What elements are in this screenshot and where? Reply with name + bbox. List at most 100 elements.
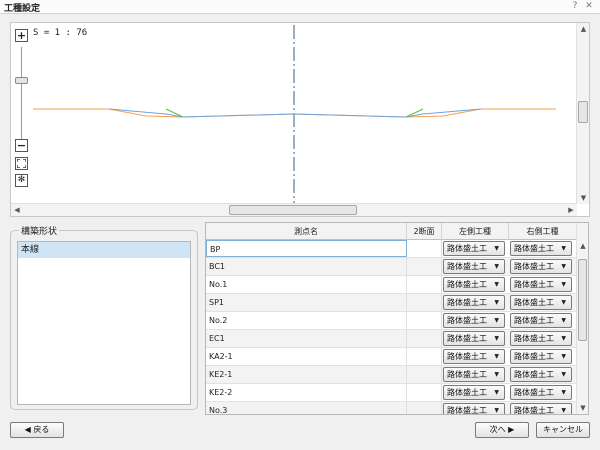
shape-list-item[interactable]: 本線 bbox=[18, 242, 190, 258]
gear-icon[interactable]: ✻ bbox=[15, 174, 28, 187]
station-name-cell[interactable]: BC1 bbox=[206, 258, 407, 275]
viewer-vertical-scrollbar[interactable]: ▲ ▼ bbox=[576, 23, 589, 204]
zoom-slider-thumb[interactable] bbox=[15, 77, 28, 84]
fit-icon[interactable] bbox=[15, 157, 28, 170]
station-name-cell[interactable]: BP bbox=[206, 240, 407, 257]
table-row[interactable]: SP1 路体盛土工 ▼ 路体盛土工 ▼ bbox=[206, 294, 577, 312]
right-work-value: 路体盛土工 bbox=[514, 244, 554, 253]
chevron-down-icon: ▼ bbox=[561, 353, 566, 360]
left-work-value: 路体盛土工 bbox=[447, 388, 487, 397]
table-row[interactable]: BC1 路体盛土工 ▼ 路体盛土工 ▼ bbox=[206, 258, 577, 276]
left-work-dropdown[interactable]: 路体盛土工 ▼ bbox=[443, 331, 505, 346]
two-sections-cell[interactable] bbox=[407, 258, 442, 275]
table-row[interactable]: KE2-1 路体盛土工 ▼ 路体盛土工 ▼ bbox=[206, 366, 577, 384]
left-work-dropdown[interactable]: 路体盛土工 ▼ bbox=[443, 277, 505, 292]
cancel-button[interactable]: キャンセル bbox=[536, 422, 590, 438]
right-work-value: 路体盛土工 bbox=[514, 406, 554, 415]
station-name-cell[interactable]: EC1 bbox=[206, 330, 407, 347]
left-work-dropdown[interactable]: 路体盛土工 ▼ bbox=[443, 367, 505, 382]
right-work-dropdown[interactable]: 路体盛土工 ▼ bbox=[510, 403, 572, 415]
two-sections-cell[interactable] bbox=[407, 294, 442, 311]
zoom-out-button[interactable]: − bbox=[15, 139, 28, 152]
two-sections-cell[interactable] bbox=[407, 348, 442, 365]
right-work-dropdown[interactable]: 路体盛土工 ▼ bbox=[510, 295, 572, 310]
next-button[interactable]: 次へ ▶ bbox=[475, 422, 529, 438]
station-name-cell[interactable]: KA2-1 bbox=[206, 348, 407, 365]
left-work-dropdown[interactable]: 路体盛土工 ▼ bbox=[443, 259, 505, 274]
back-button[interactable]: ◀ 戻る bbox=[10, 422, 64, 438]
column-header-station[interactable]: 測点名 bbox=[206, 223, 407, 240]
table-row[interactable]: BP 路体盛土工 ▼ 路体盛土工 ▼ bbox=[206, 240, 577, 258]
column-header-right-work[interactable]: 右側工種 bbox=[509, 223, 577, 240]
table-row[interactable]: EC1 路体盛土工 ▼ 路体盛土工 ▼ bbox=[206, 330, 577, 348]
station-name-cell[interactable]: No.3 bbox=[206, 402, 407, 414]
two-sections-cell[interactable] bbox=[407, 402, 442, 414]
scroll-down-icon[interactable]: ▼ bbox=[577, 402, 588, 414]
station-table[interactable]: 測点名 2断面 左側工種 右側工種 BP 路体盛土工 ▼ 路体盛土工 ▼ BC1 路体盛土工… bbox=[205, 222, 589, 415]
scroll-thumb[interactable] bbox=[578, 259, 587, 341]
right-work-dropdown[interactable]: 路体盛土工 ▼ bbox=[510, 259, 572, 274]
two-sections-cell[interactable] bbox=[407, 312, 442, 329]
station-name-cell[interactable]: KE2-1 bbox=[206, 366, 407, 383]
right-work-value: 路体盛土工 bbox=[514, 334, 554, 343]
viewer-horizontal-scrollbar[interactable]: ◀ ▶ bbox=[11, 203, 577, 216]
column-header-two-sections[interactable]: 2断面 bbox=[407, 223, 442, 240]
right-work-dropdown[interactable]: 路体盛土工 ▼ bbox=[510, 241, 572, 256]
table-vertical-scrollbar[interactable]: ▲ ▼ bbox=[576, 223, 588, 414]
right-work-dropdown[interactable]: 路体盛土工 ▼ bbox=[510, 313, 572, 328]
left-work-dropdown[interactable]: 路体盛土工 ▼ bbox=[443, 349, 505, 364]
design-line bbox=[108, 108, 482, 118]
scroll-left-icon[interactable]: ◀ bbox=[11, 204, 23, 217]
station-name-cell[interactable]: No.1 bbox=[206, 276, 407, 293]
chevron-down-icon: ▼ bbox=[494, 389, 499, 396]
table-row[interactable]: No.3 路体盛土工 ▼ 路体盛土工 ▼ bbox=[206, 402, 577, 415]
table-row[interactable]: KA2-1 路体盛土工 ▼ 路体盛土工 ▼ bbox=[206, 348, 577, 366]
cross-section-viewer[interactable]: + S = 1 : 76 − ✻ ▲ ▼ ◀ ▶ bbox=[10, 22, 590, 217]
right-work-dropdown[interactable]: 路体盛土工 ▼ bbox=[510, 331, 572, 346]
question-icon[interactable]: ? bbox=[570, 0, 580, 12]
left-work-dropdown[interactable]: 路体盛土工 ▼ bbox=[443, 313, 505, 328]
chevron-down-icon: ▼ bbox=[561, 407, 566, 414]
two-sections-cell[interactable] bbox=[407, 240, 442, 257]
station-name-cell[interactable]: No.2 bbox=[206, 312, 407, 329]
right-work-dropdown[interactable]: 路体盛土工 ▼ bbox=[510, 349, 572, 364]
scroll-right-icon[interactable]: ▶ bbox=[565, 204, 577, 217]
right-work-value: 路体盛土工 bbox=[514, 298, 554, 307]
scroll-up-icon[interactable]: ▲ bbox=[577, 240, 588, 252]
shape-group-legend: 構築形状 bbox=[19, 224, 60, 237]
right-work-dropdown[interactable]: 路体盛土工 ▼ bbox=[510, 277, 572, 292]
left-work-value: 路体盛土工 bbox=[447, 334, 487, 343]
left-work-dropdown[interactable]: 路体盛土工 ▼ bbox=[443, 295, 505, 310]
zoom-slider-track[interactable] bbox=[21, 47, 22, 139]
chevron-down-icon: ▼ bbox=[494, 353, 499, 360]
shape-list[interactable]: 本線 bbox=[17, 241, 191, 405]
left-work-dropdown[interactable]: 路体盛土工 ▼ bbox=[443, 241, 505, 256]
chevron-down-icon: ▼ bbox=[494, 317, 499, 324]
column-header-left-work[interactable]: 左側工種 bbox=[442, 223, 509, 240]
two-sections-cell[interactable] bbox=[407, 330, 442, 347]
right-work-dropdown[interactable]: 路体盛土工 ▼ bbox=[510, 367, 572, 382]
zoom-in-button[interactable]: + bbox=[15, 29, 28, 42]
scroll-thumb[interactable] bbox=[229, 205, 357, 215]
table-row[interactable]: No.1 路体盛土工 ▼ 路体盛土工 ▼ bbox=[206, 276, 577, 294]
two-sections-cell[interactable] bbox=[407, 384, 442, 401]
scroll-down-icon[interactable]: ▼ bbox=[577, 192, 590, 204]
chevron-down-icon: ▼ bbox=[494, 245, 499, 252]
right-work-dropdown[interactable]: 路体盛土工 ▼ bbox=[510, 385, 572, 400]
two-sections-cell[interactable] bbox=[407, 366, 442, 383]
station-name-cell[interactable]: KE2-2 bbox=[206, 384, 407, 401]
scroll-thumb[interactable] bbox=[578, 101, 588, 123]
left-work-dropdown[interactable]: 路体盛土工 ▼ bbox=[443, 403, 505, 414]
table-row[interactable]: KE2-2 路体盛土工 ▼ 路体盛土工 ▼ bbox=[206, 384, 577, 402]
right-work-value: 路体盛土工 bbox=[514, 262, 554, 271]
two-sections-cell[interactable] bbox=[407, 276, 442, 293]
close-icon[interactable]: ✕ bbox=[584, 0, 594, 12]
station-name-cell[interactable]: SP1 bbox=[206, 294, 407, 311]
scroll-up-icon[interactable]: ▲ bbox=[577, 23, 590, 35]
left-work-value: 路体盛土工 bbox=[447, 316, 487, 325]
chevron-down-icon: ▼ bbox=[494, 335, 499, 342]
table-row[interactable]: No.2 路体盛土工 ▼ 路体盛土工 ▼ bbox=[206, 312, 577, 330]
left-work-value: 路体盛土工 bbox=[447, 244, 487, 253]
shape-groupbox: 構築形状 本線 bbox=[10, 224, 198, 410]
left-work-dropdown[interactable]: 路体盛土工 ▼ bbox=[443, 385, 505, 400]
